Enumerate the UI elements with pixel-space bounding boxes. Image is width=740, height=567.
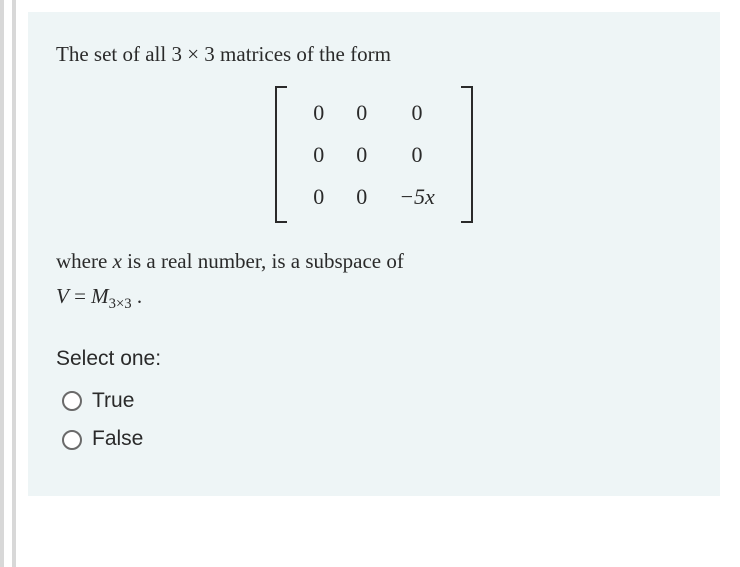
matrix-row: 0 0 0 [297, 134, 451, 176]
condition-text: where x is a real number, is a subspace … [56, 249, 404, 273]
question-intro: The set of all 3 × 3 matrices of the for… [56, 40, 692, 68]
equals: = [74, 284, 91, 308]
matrix-table: 0 0 0 0 0 0 0 0 −5x [297, 92, 451, 217]
matrix-row: 0 0 0 [297, 92, 451, 134]
radio-false[interactable] [62, 430, 82, 450]
matrix-body: 0 0 0 0 0 0 0 0 −5x [287, 86, 461, 223]
question-condition-line2: V = M3×3 . [56, 282, 692, 315]
matrix-cell: 0 [383, 92, 451, 134]
matrix-cell: 0 [297, 134, 340, 176]
matrix: 0 0 0 0 0 0 0 0 −5x [275, 86, 473, 223]
matrix-cell: 0 [340, 92, 383, 134]
option-true[interactable]: True [62, 387, 692, 415]
matrix-cell: 0 [383, 134, 451, 176]
select-one-label: Select one: [56, 345, 692, 373]
matrix-bracket-right [461, 86, 473, 223]
matrix-cell: 0 [340, 176, 383, 218]
option-label: False [92, 425, 143, 453]
period: . [132, 284, 143, 308]
option-false[interactable]: False [62, 425, 692, 453]
matrix-cell: 0 [340, 134, 383, 176]
m-subscript: 3×3 [109, 296, 132, 312]
left-border-inner [12, 0, 16, 567]
question-card: The set of all 3 × 3 matrices of the for… [28, 12, 720, 496]
matrix-container: 0 0 0 0 0 0 0 0 −5x [56, 86, 692, 223]
option-label: True [92, 387, 134, 415]
question-condition-line1: where x is a real number, is a subspace … [56, 247, 692, 275]
left-border-strip [0, 0, 18, 567]
m-symbol: M [91, 284, 109, 308]
matrix-cell: −5x [383, 176, 451, 218]
matrix-cell: 0 [297, 176, 340, 218]
matrix-cell: 0 [297, 92, 340, 134]
matrix-row: 0 0 −5x [297, 176, 451, 218]
matrix-bracket-left [275, 86, 287, 223]
v-equals: V [56, 284, 69, 308]
radio-true[interactable] [62, 391, 82, 411]
